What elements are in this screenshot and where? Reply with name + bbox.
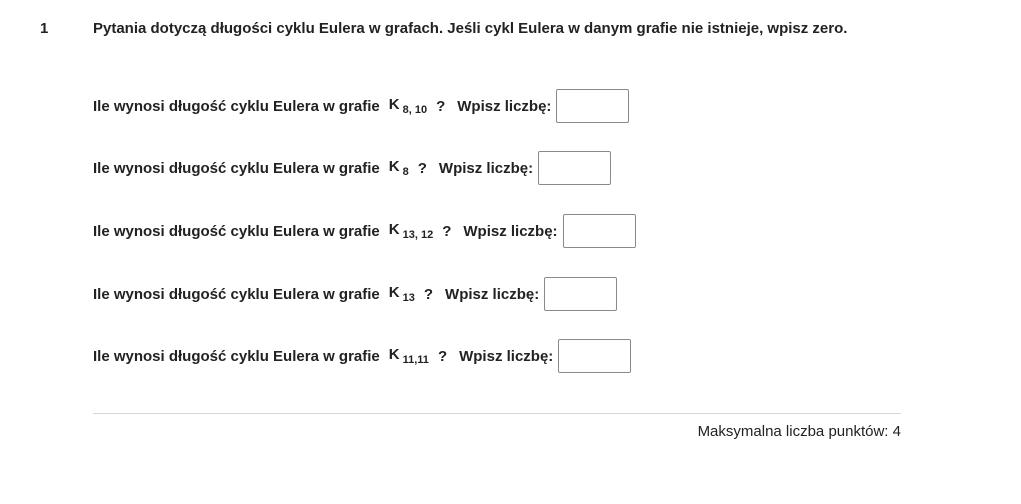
question-mark: ? — [417, 159, 427, 177]
graph-subscript: 8 — [402, 166, 409, 178]
subquestion-text: Ile wynosi długość cyklu Eulera w grafie — [93, 285, 380, 303]
graph-subscript: 13 — [402, 292, 415, 304]
subquestion-1: Ile wynosi długość cyklu Eulera w grafie… — [93, 88, 630, 124]
graph-name: K 8, 10 — [388, 96, 428, 116]
answer-input[interactable] — [556, 89, 630, 123]
max-points-label: Maksymalna liczba punktów: 4 — [697, 423, 901, 440]
graph-subscript: 13, 12 — [402, 229, 434, 241]
graph-name: K 13, 12 — [388, 221, 434, 241]
answer-prompt: Wpisz liczbę: — [459, 347, 554, 365]
answer-input[interactable] — [558, 339, 632, 373]
subquestion-4: Ile wynosi długość cyklu Eulera w grafie… — [93, 276, 618, 312]
subquestion-text: Ile wynosi długość cyklu Eulera w grafie — [93, 97, 380, 115]
question-mark: ? — [436, 97, 446, 115]
subquestion-text: Ile wynosi długość cyklu Eulera w grafie — [93, 222, 380, 240]
graph-subscript: 8, 10 — [402, 104, 428, 116]
answer-input[interactable] — [538, 151, 612, 185]
graph-subscript: 11,11 — [402, 354, 429, 366]
answer-prompt: Wpisz liczbę: — [463, 222, 558, 240]
question-intro: Pytania dotyczą długości cyklu Eulera w … — [93, 20, 848, 37]
question-mark: ? — [437, 347, 448, 365]
answer-prompt: Wpisz liczbę: — [445, 285, 540, 303]
subquestion-3: Ile wynosi długość cyklu Eulera w grafie… — [93, 213, 636, 249]
subquestion-5: Ile wynosi długość cyklu Eulera w grafie… — [93, 338, 632, 374]
answer-prompt: Wpisz liczbę: — [457, 97, 552, 115]
question-mark: ? — [442, 222, 452, 240]
answer-input[interactable] — [562, 214, 636, 248]
answer-input[interactable] — [544, 277, 618, 311]
subquestion-text: Ile wynosi długość cyklu Eulera w grafie — [93, 159, 380, 177]
graph-name: K8 — [388, 158, 409, 178]
subquestion-2: Ile wynosi długość cyklu Eulera w grafie… — [93, 150, 612, 186]
subquestion-text: Ile wynosi długość cyklu Eulera w grafie — [93, 347, 380, 365]
graph-name: K 13 — [388, 284, 415, 304]
question-number: 1 — [40, 20, 49, 37]
graph-name: K 11,11 — [388, 346, 429, 366]
divider — [93, 413, 901, 414]
question-mark: ? — [423, 285, 434, 303]
answer-prompt: Wpisz liczbę: — [438, 159, 534, 177]
